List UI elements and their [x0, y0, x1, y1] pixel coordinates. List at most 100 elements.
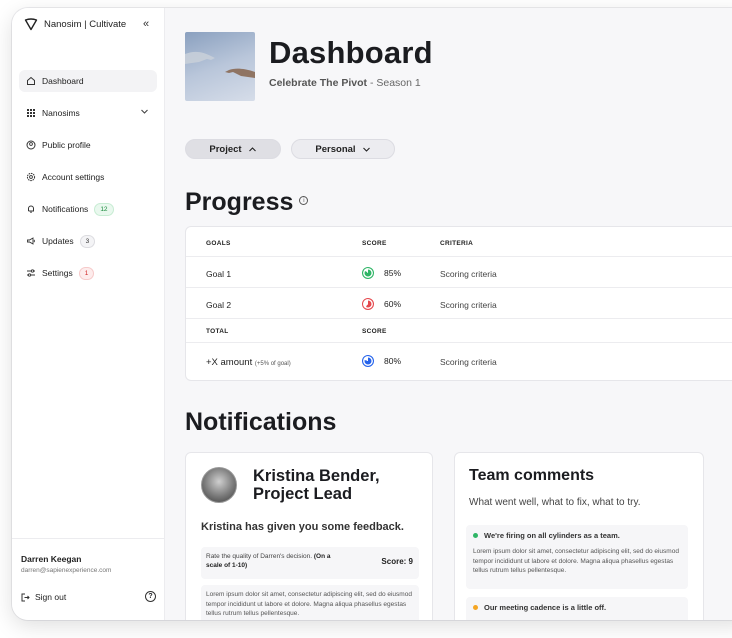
bell-icon [26, 204, 36, 214]
sidebar-item-label: Account settings [42, 172, 105, 182]
page-subtitle: Celebrate The Pivot - Season 1 [269, 77, 421, 89]
sidebar-item-settings[interactable]: Settings 1 [19, 262, 157, 284]
notifications-heading: Notifications [185, 408, 337, 436]
sidebar-item-updates[interactable]: Updates 3 [19, 230, 157, 252]
sidebar-item-label: Nanosims [42, 108, 80, 118]
feedback-body: Lorem ipsum dolor sit amet, consectetur … [201, 585, 419, 620]
season-number: - Season 1 [367, 77, 421, 89]
updates-count-badge: 3 [79, 234, 96, 248]
score-column-header: SCORE [362, 240, 387, 247]
chevron-down-icon[interactable] [140, 107, 149, 118]
comment-body: Lorem ipsum dolor sit amet, consectetur … [473, 548, 679, 574]
total-amount: +X amount [206, 357, 253, 368]
sign-out-button[interactable]: Sign out [21, 592, 66, 602]
team-comments-title: Team comments [469, 467, 595, 484]
team-comment[interactable]: We're firing on all cylinders as a team.… [466, 525, 688, 589]
sidebar-item-label: Updates [42, 236, 74, 246]
criteria-column-header: CRITERIA [440, 240, 474, 247]
total-score: 80% [362, 355, 401, 367]
sidebar-nav: Dashboard Nanosims Public profile Accoun… [19, 70, 157, 294]
project-filter-button[interactable]: Project [185, 139, 281, 159]
season-cover-image [185, 32, 255, 101]
personal-filter-label: Personal [315, 143, 356, 155]
collapse-sidebar-icon[interactable]: « [143, 18, 149, 30]
brand[interactable]: Nanosim | Cultivate [24, 17, 126, 31]
brand-name: Nanosim | Cultivate [44, 18, 127, 30]
home-icon [26, 76, 36, 86]
team-comments-subtitle: What went well, what to fix, what to try… [469, 497, 641, 508]
info-icon[interactable]: i [299, 195, 309, 205]
total-note: (+5% of goal) [254, 361, 291, 367]
comment-title: Our meeting cadence is a little off. [484, 603, 607, 612]
criteria-link[interactable]: Scoring criteria [440, 357, 497, 367]
rating-question-text: Rate the quality of Darren's decision. [206, 553, 313, 560]
score-pie-icon [362, 267, 374, 279]
grid-icon [26, 108, 36, 118]
filter-bar: Project Personal [185, 139, 395, 159]
sidebar-item-label: Notifications [42, 204, 89, 214]
score-value: 80% [384, 356, 402, 366]
sidebar-item-nanosims[interactable]: Nanosims [19, 102, 157, 124]
progress-heading: Progress i [185, 188, 309, 217]
goal-name: Goal 2 [206, 300, 232, 310]
score-value: 85% [384, 268, 402, 278]
feedback-summary: Kristina has given you some feedback. [201, 521, 404, 533]
megaphone-icon [26, 236, 36, 246]
comment-heading: Our meeting cadence is a little off. [473, 603, 681, 612]
app-frame: Nanosim | Cultivate « Dashboard Nanosims [0, 0, 732, 638]
rating-score: Score: 9 [381, 557, 413, 566]
feedback-card[interactable]: Kristina Bender, Project Lead Kristina h… [185, 452, 433, 620]
main-content: Dashboard Celebrate The Pivot - Season 1… [165, 8, 732, 620]
table-row[interactable]: Goal 2 60% Scoring criteria [186, 288, 732, 319]
sidebar-item-label: Public profile [42, 140, 91, 150]
settings-count-badge: 1 [78, 266, 95, 280]
help-icon[interactable]: ? [145, 591, 156, 602]
sidebar: Nanosim | Cultivate « Dashboard Nanosims [12, 8, 165, 620]
sidebar-item-dashboard[interactable]: Dashboard [19, 70, 157, 92]
notifications-count-badge: 12 [94, 202, 114, 216]
goal-score: 85% [362, 267, 401, 279]
criteria-link[interactable]: Scoring criteria [440, 269, 497, 279]
goal-name: Goal 1 [206, 269, 232, 279]
total-row[interactable]: +X amount (+5% of goal) 80% Scoring crit… [186, 343, 732, 381]
total-column-header: TOTAL [206, 328, 229, 335]
project-filter-label: Project [209, 143, 242, 155]
season-name: Celebrate The Pivot [269, 77, 368, 89]
sidebar-item-public-profile[interactable]: Public profile [19, 134, 157, 156]
rating-question: Rate the quality of Darren's decision. (… [206, 552, 336, 570]
sign-out-icon [21, 593, 30, 601]
team-comment[interactable]: Our meeting cadence is a little off. [466, 597, 688, 620]
score-pie-icon [362, 355, 374, 367]
sidebar-divider [12, 538, 165, 539]
personal-filter-button[interactable]: Personal [291, 139, 395, 159]
sidebar-item-notifications[interactable]: Notifications 12 [19, 198, 157, 220]
comment-heading: We're firing on all cylinders as a team. [473, 531, 681, 540]
sidebar-item-account-settings[interactable]: Account settings [19, 166, 157, 188]
app-window: Nanosim | Cultivate « Dashboard Nanosims [12, 8, 732, 620]
criteria-link[interactable]: Scoring criteria [440, 300, 497, 310]
gear-icon [26, 172, 36, 182]
chevron-down-icon [362, 147, 370, 152]
team-comments-card[interactable]: Team comments What went well, what to fi… [454, 452, 704, 620]
avatar [201, 467, 237, 503]
author-name: Kristina Bender, [253, 467, 380, 485]
sidebar-item-label: Dashboard [42, 76, 84, 86]
page-title: Dashboard [269, 35, 433, 70]
table-row[interactable]: Goal 1 85% Scoring criteria [186, 257, 732, 288]
author-role: Project Lead [253, 485, 353, 503]
goal-score: 60% [362, 298, 401, 310]
comment-title: We're firing on all cylinders as a team. [484, 531, 620, 540]
sign-out-label: Sign out [35, 592, 67, 602]
chevron-up-icon [248, 146, 256, 151]
score-pie-icon [362, 298, 374, 310]
feedback-author: Kristina Bender, Project Lead [253, 467, 380, 503]
total-header-row: TOTAL SCORE [186, 319, 732, 343]
sidebar-item-label: Settings [42, 268, 73, 278]
rating-box: Rate the quality of Darren's decision. (… [201, 547, 419, 579]
progress-title: Progress [185, 188, 294, 216]
sliders-icon [26, 268, 36, 278]
table-header-row: GOALS SCORE CRITERIA [186, 227, 732, 257]
status-dot-icon [473, 605, 478, 610]
progress-table: GOALS SCORE CRITERIA Goal 1 85% Scoring … [185, 226, 732, 381]
profile-icon [26, 140, 36, 150]
